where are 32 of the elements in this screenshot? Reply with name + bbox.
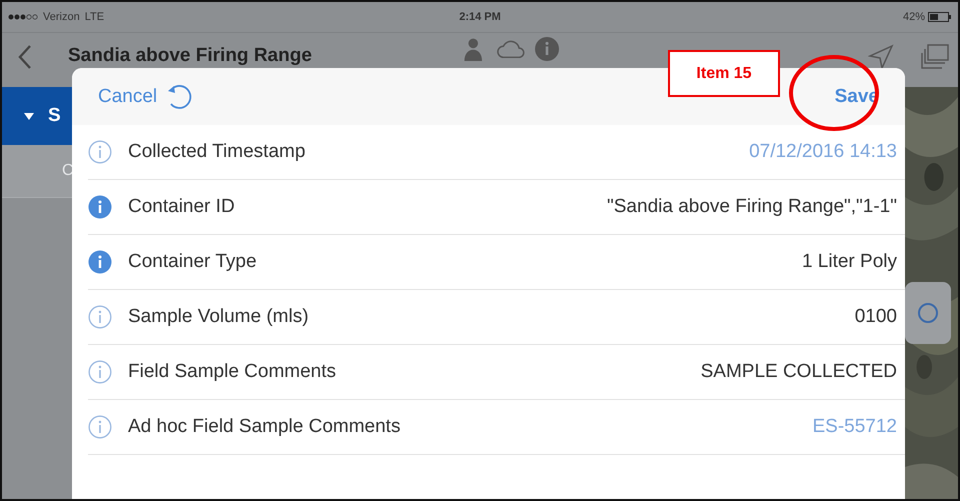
- field-label: Field Sample Comments: [128, 361, 336, 383]
- page-title: Sandia above Firing Range: [68, 45, 312, 67]
- layers-icon[interactable]: [920, 44, 950, 70]
- info-icon[interactable]: [88, 305, 112, 329]
- field-label: Ad hoc Field Sample Comments: [128, 416, 400, 438]
- info-icon[interactable]: [88, 140, 112, 164]
- info-icon[interactable]: [88, 360, 112, 384]
- info-icon[interactable]: [88, 415, 112, 439]
- field-label: Sample Volume (mls): [128, 306, 309, 328]
- signal-icon: [8, 14, 38, 20]
- back-icon[interactable]: [18, 44, 32, 70]
- location-icon[interactable]: [917, 302, 939, 324]
- info-icon[interactable]: [88, 250, 112, 274]
- caret-icon[interactable]: [24, 112, 34, 120]
- field-value[interactable]: 1 Liter Poly: [802, 251, 897, 273]
- network-type: LTE: [84, 11, 104, 23]
- field-label: Container Type: [128, 251, 257, 273]
- field-label: Container ID: [128, 196, 235, 218]
- info-icon[interactable]: [535, 37, 560, 61]
- battery-percent: 42%: [902, 11, 925, 23]
- annotation-label: Item 15: [668, 50, 780, 97]
- field-label: Collected Timestamp: [128, 141, 306, 163]
- send-icon[interactable]: [868, 44, 894, 70]
- info-icon[interactable]: [88, 195, 112, 219]
- field-value[interactable]: "Sandia above Firing Range","1-1": [607, 196, 897, 218]
- location-button[interactable]: [905, 282, 951, 344]
- field-value[interactable]: SAMPLE COLLECTED: [700, 361, 897, 383]
- field-value[interactable]: 0100: [854, 306, 897, 328]
- section-header[interactable]: S: [48, 105, 61, 127]
- status-time: 2:14 PM: [459, 11, 501, 23]
- carrier-name: Verizon: [43, 11, 80, 23]
- battery-icon: [928, 12, 952, 22]
